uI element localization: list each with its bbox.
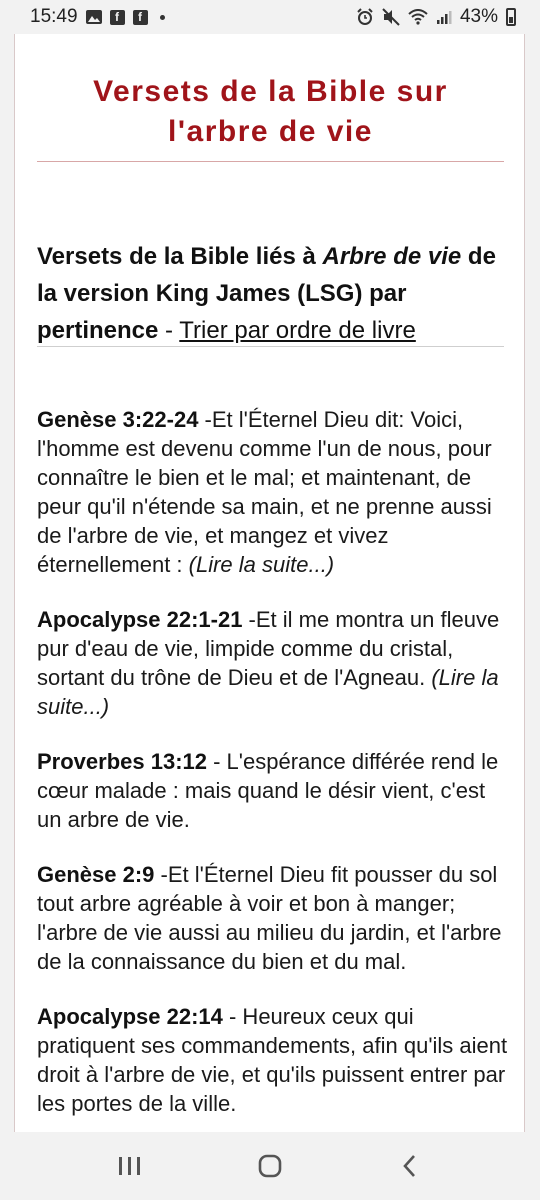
list-item: Apocalypse 22:14 - Heureux ceux qui prat… <box>37 1002 511 1118</box>
status-left: 15:49 f f <box>30 6 165 28</box>
home-icon[interactable] <box>240 1136 300 1196</box>
list-item: Genèse 3:22-24 -Et l'Éternel Dieu dit: V… <box>37 405 511 579</box>
status-time: 15:49 <box>30 6 78 27</box>
verse-reference-link[interactable]: Apocalypse 22:14 <box>37 1004 223 1029</box>
verse-reference-link[interactable]: Genèse 3:22-24 <box>37 407 198 432</box>
navigation-bar <box>0 1132 540 1200</box>
mute-icon <box>382 8 400 26</box>
recent-apps-icon[interactable] <box>100 1136 160 1196</box>
verse-reference-link[interactable]: Genèse 2:9 <box>37 862 154 887</box>
verse-reference-link[interactable]: Proverbes 13:12 <box>37 749 207 774</box>
page-title-line1: Versets de la Bible sur <box>93 75 448 108</box>
alarm-icon <box>356 8 374 26</box>
sort-by-book-link[interactable]: Trier par ordre de livre <box>179 317 416 344</box>
battery-icon <box>506 8 516 26</box>
verse-list: Genèse 3:22-24 -Et l'Éternel Dieu dit: V… <box>37 405 511 1132</box>
status-bar: 15:49 f f 43% <box>0 0 540 34</box>
content-card[interactable]: Versets de la Bible sur l'arbre de vie V… <box>14 34 525 1132</box>
status-right: 43% <box>356 6 516 28</box>
wifi-icon <box>408 9 428 25</box>
dot-icon <box>159 14 165 20</box>
facebook-icon: f <box>132 9 148 25</box>
results-heading: Versets de la Bible liés à Arbre de vie … <box>37 238 507 349</box>
list-item: Proverbes 13:12 - L'espérance différée r… <box>37 747 511 834</box>
read-more-link[interactable]: (Lire la suite...) <box>189 552 335 577</box>
page-title-line2: l'arbre de vie <box>168 115 373 148</box>
title-divider <box>37 161 504 162</box>
facebook-icon: f <box>109 9 125 25</box>
heading-part1: Versets de la Bible liés à <box>37 243 323 270</box>
verse-reference-link[interactable]: Apocalypse 22:1-21 <box>37 607 242 632</box>
signal-icon <box>436 9 452 25</box>
back-icon[interactable] <box>380 1136 440 1196</box>
page-title: Versets de la Bible sur l'arbre de vie <box>15 72 524 152</box>
list-item: Apocalypse 22:1-21 -Et il me montra un f… <box>37 605 511 721</box>
heading-separator: - <box>158 317 180 344</box>
battery-percent: 43% <box>459 6 498 27</box>
image-icon <box>85 10 102 24</box>
list-divider <box>37 346 504 347</box>
heading-topic: Arbre de vie <box>322 243 462 270</box>
list-item: Genèse 2:9 -Et l'Éternel Dieu fit pousse… <box>37 860 511 976</box>
